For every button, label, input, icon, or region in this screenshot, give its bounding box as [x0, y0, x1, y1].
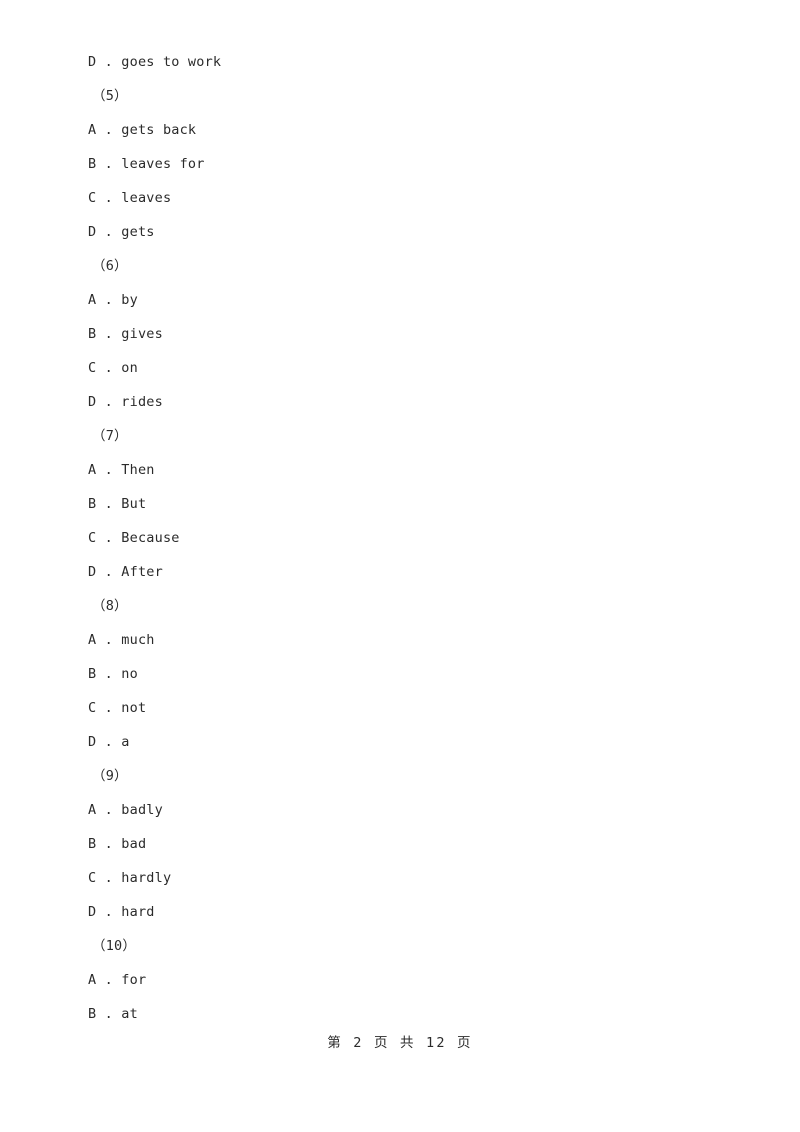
- question-number: （10）: [92, 938, 137, 954]
- answer-option: D . hard: [88, 904, 155, 920]
- question-number: （6）: [92, 258, 128, 274]
- answer-option: A . by: [88, 292, 138, 308]
- answer-option: B . bad: [88, 836, 147, 852]
- answer-option: C . not: [88, 700, 147, 716]
- answer-option: A . much: [88, 632, 155, 648]
- answer-option: D . gets: [88, 224, 155, 240]
- answer-option: B . no: [88, 666, 138, 682]
- answer-option: D . goes to work: [88, 54, 222, 70]
- question-number: （5）: [92, 88, 128, 104]
- question-number: （9）: [92, 768, 128, 784]
- answer-option: C . hardly: [88, 870, 172, 886]
- question-number: （7）: [92, 428, 128, 444]
- answer-option: A . gets back: [88, 122, 197, 138]
- answer-option: B . But: [88, 496, 147, 512]
- answer-option: B . gives: [88, 326, 163, 342]
- answer-option: D . rides: [88, 394, 163, 410]
- answer-option: C . Because: [88, 530, 180, 546]
- answer-option: A . for: [88, 972, 147, 988]
- question-number: （8）: [92, 598, 128, 614]
- question-options-list: D . goes to work （5） A . gets back B . leav…: [88, 45, 728, 1031]
- answer-option: D . a: [88, 734, 130, 750]
- page-footer: 第 2 页 共 12 页: [327, 1035, 473, 1051]
- answer-option: B . leaves for: [88, 156, 205, 172]
- answer-option: C . on: [88, 360, 138, 376]
- answer-option: A . badly: [88, 802, 163, 818]
- answer-option: C . leaves: [88, 190, 172, 206]
- answer-option: B . at: [88, 1006, 138, 1022]
- answer-option: A . Then: [88, 462, 155, 478]
- answer-option: D . After: [88, 564, 163, 580]
- document-page: D . goes to work （5） A . gets back B . leav…: [0, 0, 800, 1132]
